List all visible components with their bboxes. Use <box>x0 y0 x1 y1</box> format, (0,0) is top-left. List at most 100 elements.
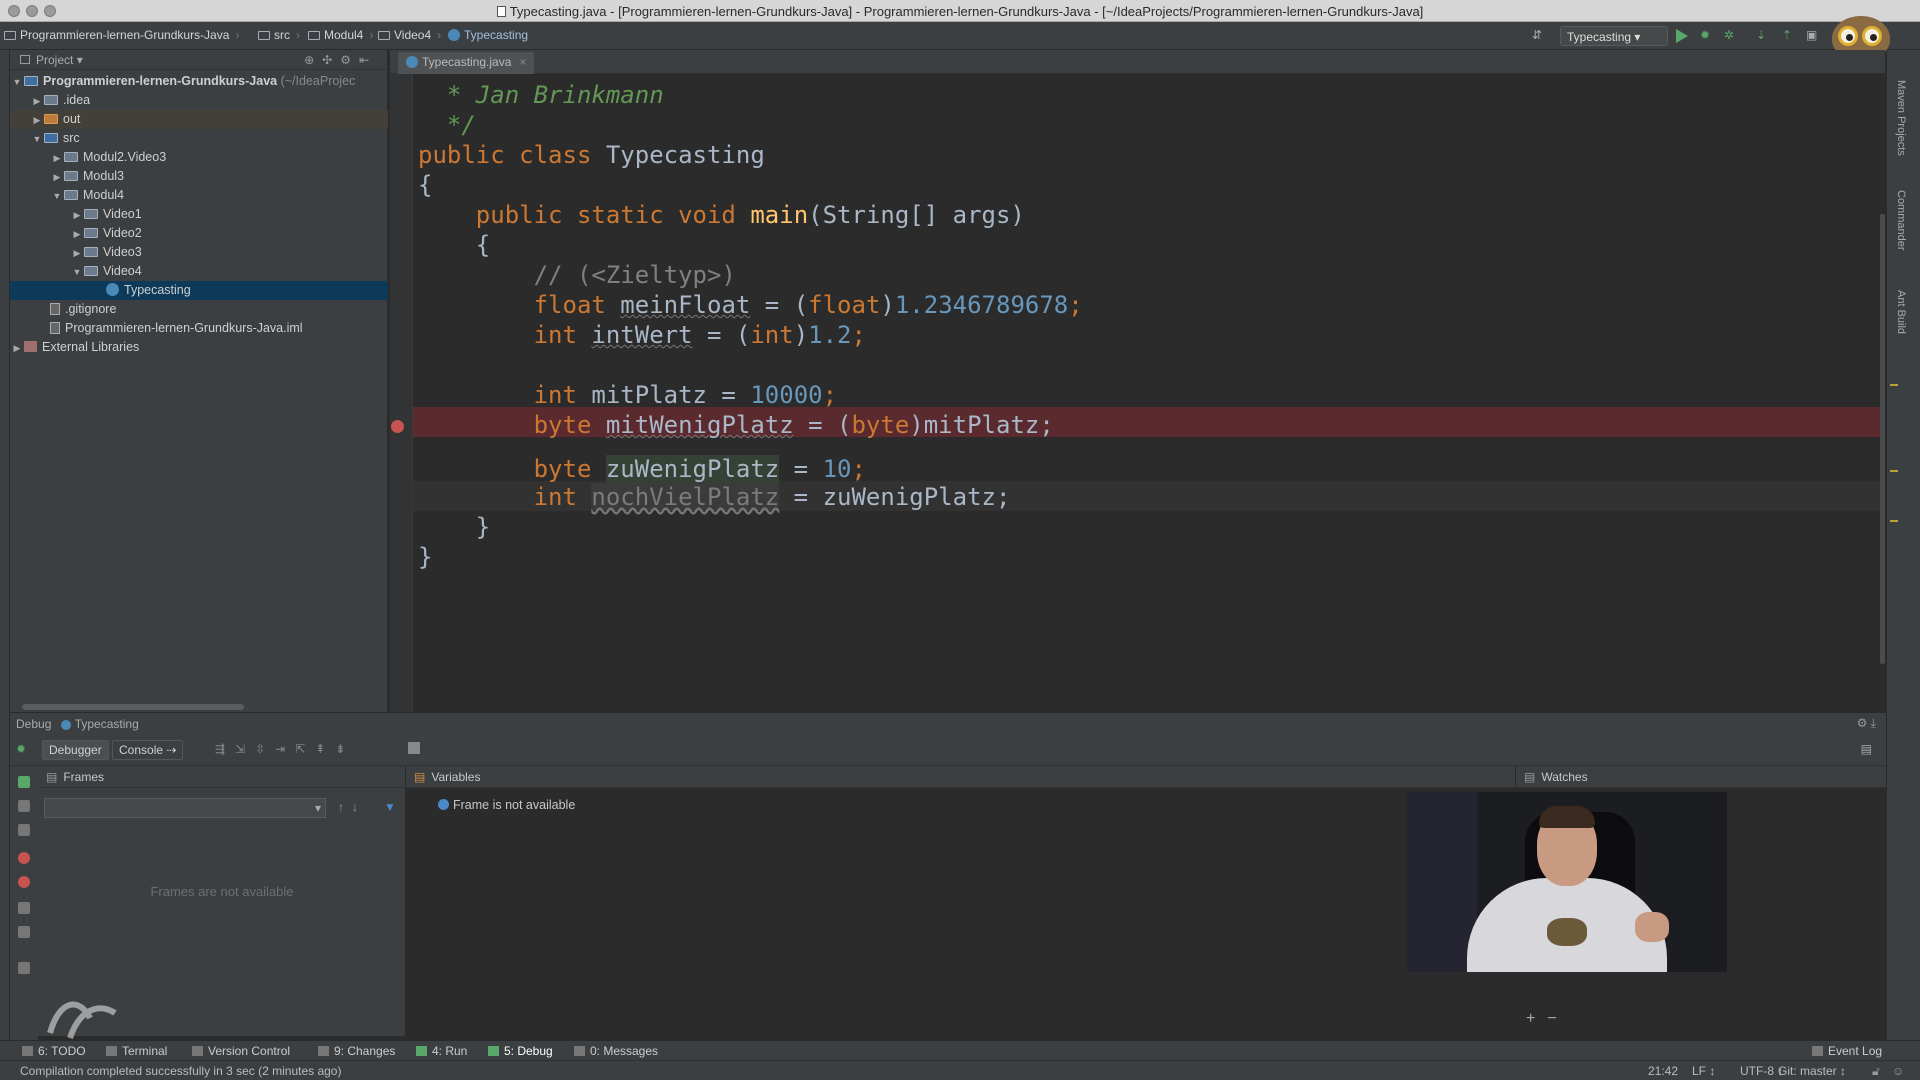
editor-vertical-scrollbar[interactable] <box>1880 74 1885 712</box>
code-line-6: { <box>475 231 491 259</box>
resume-icon[interactable] <box>18 776 30 788</box>
tool-run[interactable]: 4: Run <box>416 1044 467 1058</box>
tree-item-modul3[interactable]: ▶ Modul3 <box>10 167 388 186</box>
watch-add-remove[interactable]: +− <box>1526 1010 1569 1028</box>
error-stripe-mark[interactable] <box>1890 384 1898 386</box>
tree-item-gitignore[interactable]: .gitignore <box>10 300 388 319</box>
view-breakpoints-icon[interactable] <box>18 852 30 864</box>
scrollbar-thumb[interactable] <box>1880 214 1885 664</box>
tree-item-modul2-video3[interactable]: ▶ Modul2.Video3 <box>10 148 388 167</box>
terminal-icon <box>106 1046 117 1056</box>
vcs-update-button[interactable]: ⇣ <box>1756 28 1772 44</box>
tool-terminal[interactable]: Terminal <box>106 1044 167 1058</box>
breadcrumb-video4[interactable]: Video4 › <box>378 28 441 42</box>
folder-icon <box>378 31 390 40</box>
maven-projects-tab[interactable]: Maven Projects <box>1895 80 1907 156</box>
filter-icon[interactable]: ▼ <box>384 800 396 814</box>
evaluate-icon[interactable] <box>408 742 420 754</box>
hoodie-owl-logo <box>1547 918 1587 946</box>
file-encoding[interactable]: UTF-8 ↕ <box>1740 1064 1783 1078</box>
lock-icon[interactable]: 🔓︎ <box>1872 1064 1880 1079</box>
tree-item-idea[interactable]: ▶ .idea <box>10 91 388 110</box>
event-log-icon <box>1812 1046 1823 1056</box>
project-panel-header[interactable]: Project ▾ ⊕✣⚙⇤ <box>10 50 387 70</box>
error-stripe-mark[interactable] <box>1890 520 1898 522</box>
project-horizontal-scrollbar[interactable] <box>22 704 244 710</box>
run-button[interactable] <box>1676 28 1692 44</box>
tool-todo[interactable]: 6: TODO <box>22 1044 86 1058</box>
error-stripe-mark[interactable] <box>1890 470 1898 472</box>
debug-settings-icon[interactable]: ⚙ ⤓ <box>1857 716 1876 731</box>
tree-item-src[interactable]: ▼ src <box>10 129 388 148</box>
debug-config-label[interactable]: Typecasting <box>60 717 139 731</box>
pause-icon[interactable] <box>18 800 30 812</box>
thread-select[interactable]: ▾ <box>44 798 326 818</box>
variables-info: Frame is not available <box>438 798 575 812</box>
tree-item-typecasting[interactable]: Typecasting <box>10 281 388 300</box>
code-editor[interactable]: * Jan Brinkmann */ public class Typecast… <box>413 74 1880 712</box>
ant-build-tab[interactable]: Ant Build <box>1895 290 1907 334</box>
project-panel-tools[interactable]: ⊕✣⚙⇤ <box>304 53 377 67</box>
editor-tab-typecasting[interactable]: Typecasting.java × <box>398 52 535 74</box>
code-line-12: byte mitWenigPlatz = (byte)mitPlatz; <box>533 411 1054 439</box>
tree-item-modul4[interactable]: ▼ Modul4 <box>10 186 388 205</box>
messages-icon <box>574 1046 585 1056</box>
tree-item-project-root[interactable]: ▼ Programmieren-lernen-Grundkurs-Java (~/… <box>10 72 388 91</box>
tool-event-log[interactable]: Event Log <box>1812 1044 1882 1058</box>
sdk-settings-button[interactable]: ▣ <box>1806 28 1822 44</box>
info-icon <box>438 799 449 810</box>
breadcrumb-src[interactable]: src › <box>258 28 300 42</box>
run-configuration-select[interactable]: Typecasting ▾ <box>1560 26 1668 46</box>
get-thread-dump-icon[interactable] <box>18 902 30 914</box>
project-folder-icon <box>24 76 38 86</box>
breadcrumb-typecasting[interactable]: Typecasting <box>448 28 528 42</box>
tree-item-iml[interactable]: Programmieren-lernen-Grundkurs-Java.iml <box>10 319 388 338</box>
line-separator[interactable]: LF ↕ <box>1692 1064 1715 1078</box>
tree-item-video2[interactable]: ▶ Video2 <box>10 224 388 243</box>
tree-item-video1[interactable]: ▶ Video1 <box>10 205 388 224</box>
git-branch[interactable]: Git: master ↕ <box>1778 1064 1846 1078</box>
breadcrumb-modul4[interactable]: Modul4 › <box>308 28 373 42</box>
console-tab[interactable]: Console ⇢ <box>112 740 184 760</box>
text-file-icon <box>50 303 60 315</box>
breakpoint-icon[interactable] <box>391 420 404 433</box>
tool-changes[interactable]: 9: Changes <box>318 1044 395 1058</box>
debugger-tab[interactable]: Debugger <box>42 740 109 760</box>
restore-layout-icon[interactable] <box>18 926 30 938</box>
tree-item-video3[interactable]: ▶ Video3 <box>10 243 388 262</box>
window-title: Typecasting.java - [Programmieren-lernen… <box>0 4 1920 19</box>
tree-item-video4[interactable]: ▼ Video4 <box>10 262 388 281</box>
vcs-commit-button[interactable]: ⇡ <box>1782 28 1798 44</box>
right-tool-strip: Maven Projects Commander Ant Build <box>1886 50 1920 1040</box>
debug-button[interactable]: ✹ <box>1700 28 1716 44</box>
frame-nav-arrows[interactable]: ↑↓ <box>338 800 366 814</box>
code-line-17: } <box>418 543 433 571</box>
coverage-button[interactable]: ✲ <box>1724 28 1740 44</box>
tool-debug[interactable]: 5: Debug <box>488 1044 553 1058</box>
rerun-icon[interactable]: ✹ <box>16 742 26 756</box>
debug-side-toolbar <box>10 766 38 1040</box>
tree-item-out[interactable]: ▶ out <box>10 110 388 129</box>
code-line-8: float meinFloat = (float)1.2346789678; <box>533 291 1083 319</box>
close-tab-icon[interactable]: × <box>519 55 526 69</box>
mute-breakpoints-icon[interactable] <box>18 876 30 888</box>
package-icon <box>64 152 78 162</box>
caret-position[interactable]: 21:42 <box>1648 1064 1678 1078</box>
tool-messages[interactable]: 0: Messages <box>574 1044 658 1058</box>
editor-gutter[interactable] <box>390 74 413 712</box>
build-icon[interactable]: ⇵ <box>1532 28 1548 44</box>
commander-tab[interactable]: Commander <box>1895 190 1907 251</box>
breadcrumb-project[interactable]: Programmieren-lernen-Grundkurs-Java › <box>4 28 239 42</box>
tool-version-control[interactable]: Version Control <box>192 1044 290 1058</box>
tree-item-external-libraries[interactable]: ▶ External Libraries <box>10 338 388 357</box>
package-icon <box>64 190 78 200</box>
restore-layout-icon[interactable]: ▤ <box>1861 742 1872 756</box>
settings-icon[interactable] <box>18 962 30 974</box>
code-line-7: // (<Zieltyp>) <box>533 261 736 289</box>
stop-icon[interactable] <box>18 824 30 836</box>
inspector-icon[interactable]: ☺︎ <box>1892 1064 1904 1078</box>
tool-window-bar: 6: TODO Terminal Version Control 9: Chan… <box>0 1040 1920 1060</box>
module-file-icon <box>50 322 60 334</box>
java-class-icon <box>406 56 418 68</box>
step-actions[interactable]: ⇶⇲⇳⇥⇱⇞⇟ <box>215 742 355 756</box>
